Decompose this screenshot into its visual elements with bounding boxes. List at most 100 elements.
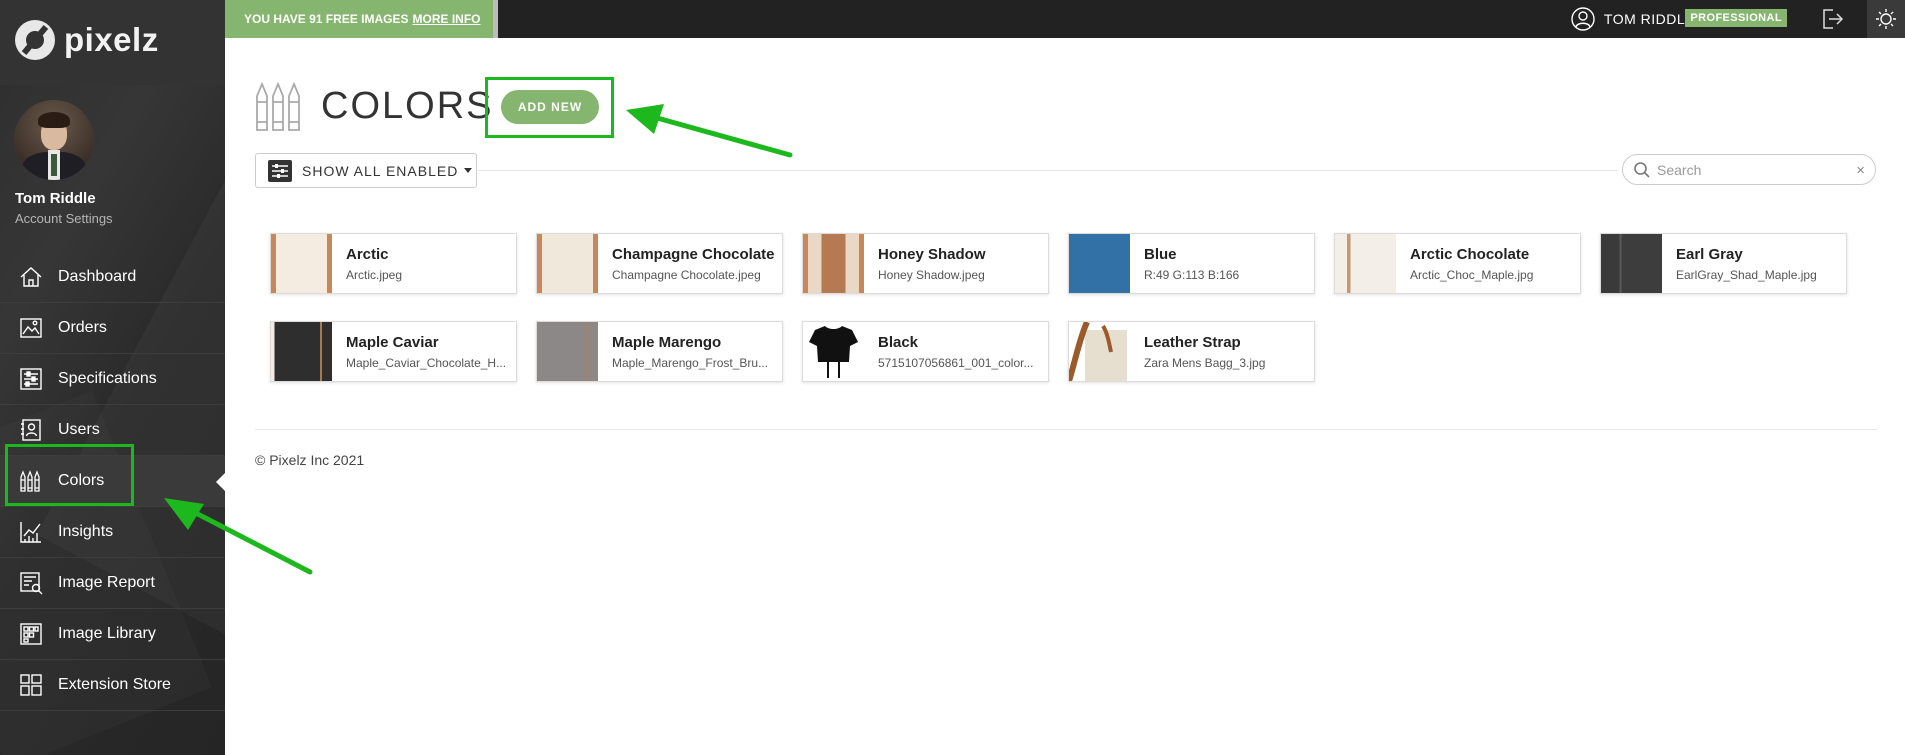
arrow-annotation — [626, 104, 793, 158]
color-file: Arctic_Choc_Maple.jpg — [1410, 268, 1534, 282]
plan-badge: PROFESSIONAL — [1685, 9, 1787, 27]
color-file: Champagne Chocolate.jpeg — [612, 268, 761, 282]
top-user-name: TOM RIDDLE — [1603, 11, 1695, 27]
arrow-annotation — [164, 498, 313, 575]
logout-icon[interactable] — [1819, 6, 1845, 32]
color-name: Earl Gray — [1676, 246, 1743, 263]
color-thumbnail — [537, 234, 598, 293]
search-box: × — [1622, 154, 1876, 185]
color-name: Leather Strap — [1144, 334, 1241, 351]
color-name: Maple Caviar — [346, 334, 439, 351]
page-title: COLORS — [321, 84, 494, 127]
color-name: Champagne Chocolate — [612, 246, 775, 263]
sidebar-item-label: Specifications — [58, 370, 157, 387]
color-file: EarlGray_Shad_Maple.jpg — [1676, 268, 1817, 282]
color-card[interactable]: Honey Shadow Honey Shadow.jpeg — [802, 233, 1049, 294]
color-name: Blue — [1144, 246, 1177, 263]
color-file: Maple_Marengo_Frost_Bru... — [612, 356, 769, 370]
color-file: Arctic.jpeg — [346, 268, 403, 282]
sidebar: pixelz Tom Riddle Account Settings Dashb… — [0, 0, 225, 755]
user-icon — [1571, 7, 1595, 31]
color-thumbnail — [1069, 322, 1130, 381]
sidebar-item-label: Orders — [58, 319, 107, 336]
color-thumbnail — [1601, 234, 1662, 293]
top-bar: YOU HAVE 91 FREE IMAGES MORE INFO TOM RI… — [225, 0, 1905, 38]
color-file: Zara Mens Bagg_3.jpg — [1144, 356, 1266, 370]
avatar[interactable] — [14, 100, 94, 180]
grid-icon — [18, 621, 44, 647]
logo[interactable]: pixelz — [15, 20, 159, 60]
color-thumbnail — [1335, 234, 1396, 293]
free-images-text: YOU HAVE 91 FREE IMAGES — [244, 12, 409, 26]
sidebar-item-label: Users — [58, 421, 100, 438]
filter-sliders-icon — [268, 159, 292, 182]
color-thumbnail — [1069, 234, 1130, 293]
color-thumbnail — [537, 322, 598, 381]
pixelz-logo-icon — [15, 20, 55, 60]
color-thumbnail — [803, 234, 864, 293]
clear-search-icon[interactable]: × — [1856, 162, 1865, 179]
color-name: Honey Shadow — [878, 246, 986, 263]
color-card[interactable]: Maple Marengo Maple_Marengo_Frost_Bru... — [536, 321, 783, 382]
sidebar-item-label: Extension Store — [58, 676, 171, 693]
color-thumbnail — [271, 322, 332, 381]
color-name: Arctic — [346, 246, 389, 263]
sidebar-item-label: Image Report — [58, 574, 155, 591]
image-icon — [18, 315, 44, 341]
footer-divider — [255, 429, 1877, 430]
sidebar-item-label: Dashboard — [58, 268, 137, 285]
color-card[interactable]: Maple Caviar Maple_Caviar_Chocolate_H... — [270, 321, 517, 382]
sidebar-item-label: Insights — [58, 523, 114, 540]
search-input[interactable] — [1657, 161, 1857, 178]
color-card[interactable]: Arctic Arctic.jpeg — [270, 233, 517, 294]
crayons-icon — [256, 81, 300, 131]
filter-label: SHOW ALL ENABLED — [302, 162, 459, 179]
color-card[interactable]: Black 5715107056861_001_color... — [802, 321, 1049, 382]
logo-text: pixelz — [64, 21, 159, 58]
sidebar-item-label: Image Library — [58, 625, 156, 642]
sidebar-item-dashboard[interactable]: Dashboard — [0, 252, 225, 303]
page-header: COLORS — [255, 80, 493, 132]
color-thumbnail — [803, 322, 864, 381]
filter-dropdown[interactable]: SHOW ALL ENABLED — [255, 153, 477, 188]
color-thumbnail — [271, 234, 332, 293]
copyright: © Pixelz Inc 2021 — [255, 452, 365, 468]
more-info-link[interactable]: MORE INFO — [412, 12, 480, 26]
color-card[interactable]: Champagne Chocolate Champagne Chocolate.j… — [536, 233, 783, 294]
store-icon — [18, 672, 44, 698]
account-settings-link[interactable]: Account Settings — [15, 211, 113, 226]
search-icon — [1634, 161, 1650, 178]
sidebar-item-specifications[interactable]: Specifications — [0, 354, 225, 405]
chart-icon — [18, 519, 44, 545]
banner-edge — [493, 0, 498, 38]
user-card-icon — [18, 417, 44, 443]
color-file: Honey Shadow.jpeg — [878, 268, 985, 282]
theme-toggle-button[interactable] — [1867, 0, 1905, 38]
caret-down-icon — [464, 168, 473, 173]
color-name: Arctic Chocolate — [1410, 246, 1530, 263]
lightbulb-icon — [1876, 9, 1896, 29]
sidebar-user-name[interactable]: Tom Riddle — [15, 190, 96, 207]
color-file: 5715107056861_001_color... — [878, 356, 1034, 370]
sliders-icon — [18, 366, 44, 392]
color-card[interactable]: Arctic Chocolate Arctic_Choc_Maple.jpg — [1334, 233, 1581, 294]
color-card[interactable]: Leather Strap Zara Mens Bagg_3.jpg — [1068, 321, 1315, 382]
color-card[interactable]: Earl Gray EarlGray_Shad_Maple.jpg — [1600, 233, 1847, 294]
color-name: Black — [878, 334, 919, 351]
color-card[interactable]: Blue R:49 G:113 B:166 — [1068, 233, 1315, 294]
sidebar-item-image-library[interactable]: Image Library — [0, 609, 225, 660]
add-new-button[interactable]: ADD NEW — [501, 90, 599, 124]
logo-bar: pixelz — [0, 0, 225, 85]
sidebar-item-orders[interactable]: Orders — [0, 303, 225, 354]
sidebar-item-extension-store[interactable]: Extension Store — [0, 660, 225, 711]
top-user-menu[interactable]: TOM RIDDLE — [1570, 0, 1695, 38]
color-name: Maple Marengo — [612, 334, 722, 351]
color-file: Maple_Caviar_Chocolate_H... — [346, 356, 507, 370]
add-new-highlight: ADD NEW — [485, 77, 614, 138]
free-images-banner: YOU HAVE 91 FREE IMAGES MORE INFO — [225, 0, 493, 38]
colors-highlight — [5, 444, 134, 506]
report-icon — [18, 570, 44, 596]
divider — [478, 170, 1618, 171]
color-file: R:49 G:113 B:166 — [1144, 268, 1240, 282]
house-icon — [18, 264, 44, 290]
